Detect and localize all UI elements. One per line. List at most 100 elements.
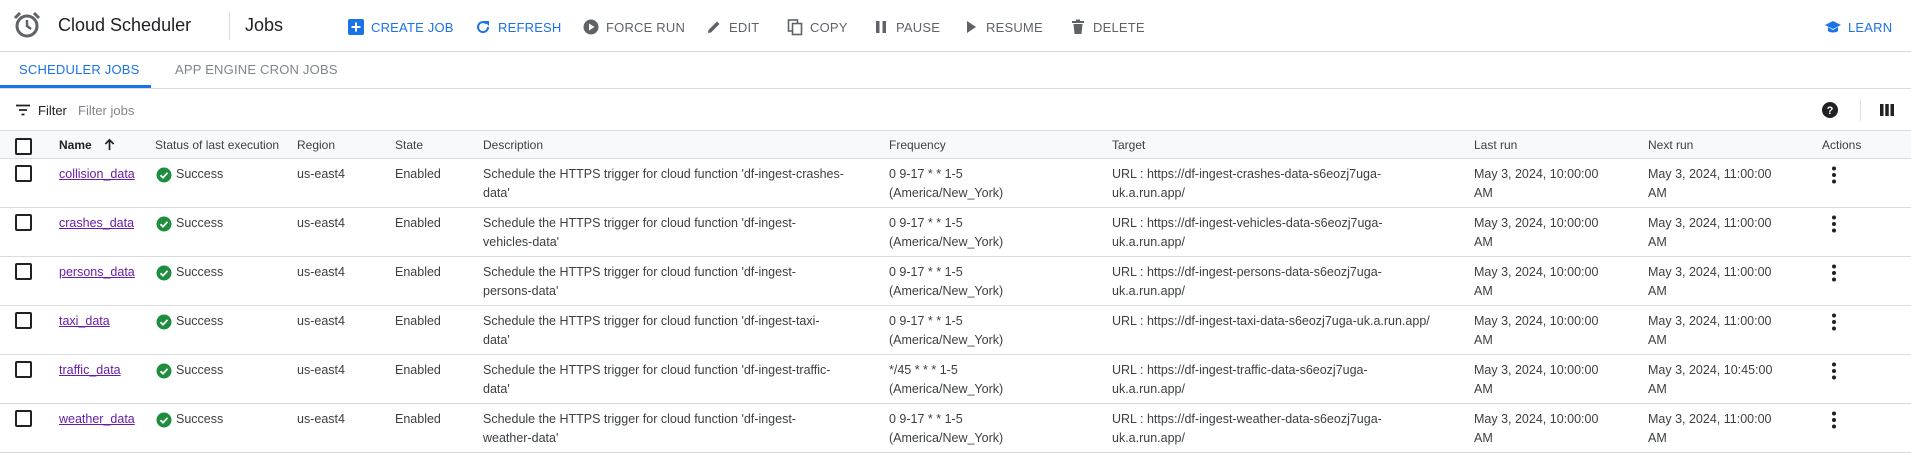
next-run-line: May 3, 2024, 11:00:00 [1648, 314, 1772, 328]
copy-button[interactable]: COPY [786, 17, 848, 37]
column-header-state: State [395, 138, 424, 152]
add-box-icon [348, 19, 364, 35]
last-run-line: May 3, 2024, 10:00:00 [1474, 216, 1599, 230]
column-header-actions: Actions [1822, 138, 1862, 152]
description-line: data' [483, 382, 510, 396]
resume-button[interactable]: RESUME [962, 17, 1043, 37]
refresh-button[interactable]: REFRESH [474, 17, 562, 37]
more-vert-icon[interactable] [1828, 165, 1840, 185]
app-title: Cloud Scheduler [58, 15, 192, 35]
next-run-line: May 3, 2024, 11:00:00 [1648, 216, 1772, 230]
last-run-line: May 3, 2024, 10:00:00 [1474, 412, 1599, 426]
job-name-link[interactable]: crashes_data [59, 216, 134, 230]
refresh-icon [477, 21, 490, 34]
tab-scheduler-jobs[interactable]: SCHEDULER JOBS [19, 52, 140, 88]
learn-button[interactable]: LEARN [1824, 17, 1892, 37]
job-name-link[interactable]: collision_data [59, 167, 135, 181]
select-all-checkbox[interactable] [15, 138, 32, 155]
frequency-line: 0 9-17 * * 1-5 [889, 265, 963, 279]
state-cell: Enabled [395, 265, 441, 279]
status-text: Success [176, 314, 224, 328]
column-display-icon[interactable] [1877, 100, 1897, 120]
table-row: weather_data Success us-east4 Enabled Schedu… [0, 404, 1911, 453]
frequency-line: (America/New_York) [889, 333, 1004, 347]
job-name-cell: traffic_data [59, 361, 121, 380]
description-line: Schedule the HTTPS trigger for cloud fun… [483, 363, 831, 377]
target-cell: URL : https://df-ingest-traffic-data-s6e… [1112, 361, 1368, 399]
frequency-line: (America/New_York) [889, 431, 1004, 445]
frequency-line: */45 * * * 1-5 [889, 363, 958, 377]
row-checkbox[interactable] [15, 214, 32, 231]
copy-label: COPY [810, 19, 848, 35]
job-name-cell: weather_data [59, 410, 135, 429]
tab-bar: SCHEDULER JOBS APP ENGINE CRON JOBS [0, 52, 1911, 89]
target-line: uk.a.run.app/ [1112, 235, 1185, 249]
column-header-target: Target [1112, 138, 1146, 152]
description-cell: Schedule the HTTPS trigger for cloud fun… [483, 361, 830, 399]
tab-app-engine-cron-jobs[interactable]: APP ENGINE CRON JOBS [175, 52, 338, 88]
job-name-link[interactable]: persons_data [59, 265, 135, 279]
column-header-name[interactable]: Name [59, 138, 116, 152]
pause-button[interactable]: PAUSE [872, 17, 940, 37]
job-name-link[interactable]: weather_data [59, 412, 135, 426]
create-job-button[interactable]: CREATE JOB [347, 17, 454, 37]
frequency-line: 0 9-17 * * 1-5 [889, 167, 963, 181]
target-cell: URL : https://df-ingest-weather-data-s6e… [1112, 410, 1382, 448]
job-name-link[interactable]: traffic_data [59, 363, 121, 377]
next-run-cell: May 3, 2024, 10:45:00 AM [1648, 361, 1772, 399]
frequency-cell: 0 9-17 * * 1-5 (America/New_York) [889, 410, 1003, 448]
description-line: vehicles-data' [483, 235, 560, 249]
check-circle-icon [156, 167, 172, 182]
learn-label: LEARN [1848, 19, 1893, 35]
check-circle-icon [156, 314, 172, 329]
status-text: Success [176, 363, 224, 377]
description-cell: Schedule the HTTPS trigger for cloud fun… [483, 312, 820, 350]
description-line: Schedule the HTTPS trigger for cloud fun… [483, 167, 844, 181]
column-header-description: Description [483, 138, 544, 152]
edit-button[interactable]: EDIT [705, 17, 759, 37]
next-run-line: AM [1648, 284, 1667, 298]
description-cell: Schedule the HTTPS trigger for cloud fun… [483, 410, 796, 448]
description-line: Schedule the HTTPS trigger for cloud fun… [483, 314, 820, 328]
column-header-region: Region [297, 138, 336, 152]
table-header: Name Status of last execution Region Sta… [0, 131, 1911, 159]
help-icon[interactable]: ? [1820, 100, 1840, 120]
table-row: collision_data Success us-east4 Enabled Sche… [0, 159, 1911, 208]
row-checkbox[interactable] [15, 361, 32, 378]
filter-jobs-input[interactable] [78, 100, 478, 120]
frequency-line: (America/New_York) [889, 186, 1004, 200]
last-run-line: AM [1474, 186, 1493, 200]
next-run-line: AM [1648, 333, 1667, 347]
job-name-cell: taxi_data [59, 312, 110, 331]
last-run-cell: May 3, 2024, 10:00:00 AM [1474, 263, 1598, 301]
target-cell: URL : https://df-ingest-crashes-data-s6e… [1112, 165, 1381, 203]
row-checkbox[interactable] [15, 312, 32, 329]
row-checkbox[interactable] [15, 263, 32, 280]
frequency-line: (America/New_York) [889, 284, 1004, 298]
more-vert-icon[interactable] [1828, 361, 1840, 381]
create-job-label: CREATE JOB [371, 19, 454, 35]
next-run-cell: May 3, 2024, 11:00:00 AM [1648, 214, 1771, 252]
check-circle-icon [156, 216, 172, 231]
job-name-link[interactable]: taxi_data [59, 314, 110, 328]
cloud-scheduler-logo-icon [13, 11, 41, 38]
table-row: taxi_data Success us-east4 Enabled Schedule … [0, 306, 1911, 355]
divider [1860, 99, 1861, 121]
top-toolbar: Cloud Scheduler Jobs CREATE JOB REFRESH … [0, 0, 1911, 52]
force-run-button[interactable]: FORCE RUN [582, 17, 685, 37]
pause-icon [876, 21, 886, 33]
filter-button[interactable]: Filter [14, 101, 67, 119]
row-checkbox[interactable] [15, 165, 32, 182]
next-run-line: AM [1648, 382, 1667, 396]
filter-icon [16, 104, 30, 116]
region-cell: us-east4 [297, 412, 345, 426]
more-vert-icon[interactable] [1828, 312, 1840, 332]
more-vert-icon[interactable] [1828, 410, 1840, 430]
row-checkbox[interactable] [15, 410, 32, 427]
more-vert-icon[interactable] [1828, 263, 1840, 283]
status-cell: Success [156, 361, 223, 380]
more-vert-icon[interactable] [1828, 214, 1840, 234]
play-icon [967, 21, 976, 33]
delete-button[interactable]: DELETE [1069, 17, 1145, 37]
target-line: URL : https://df-ingest-crashes-data-s6e… [1112, 167, 1382, 181]
